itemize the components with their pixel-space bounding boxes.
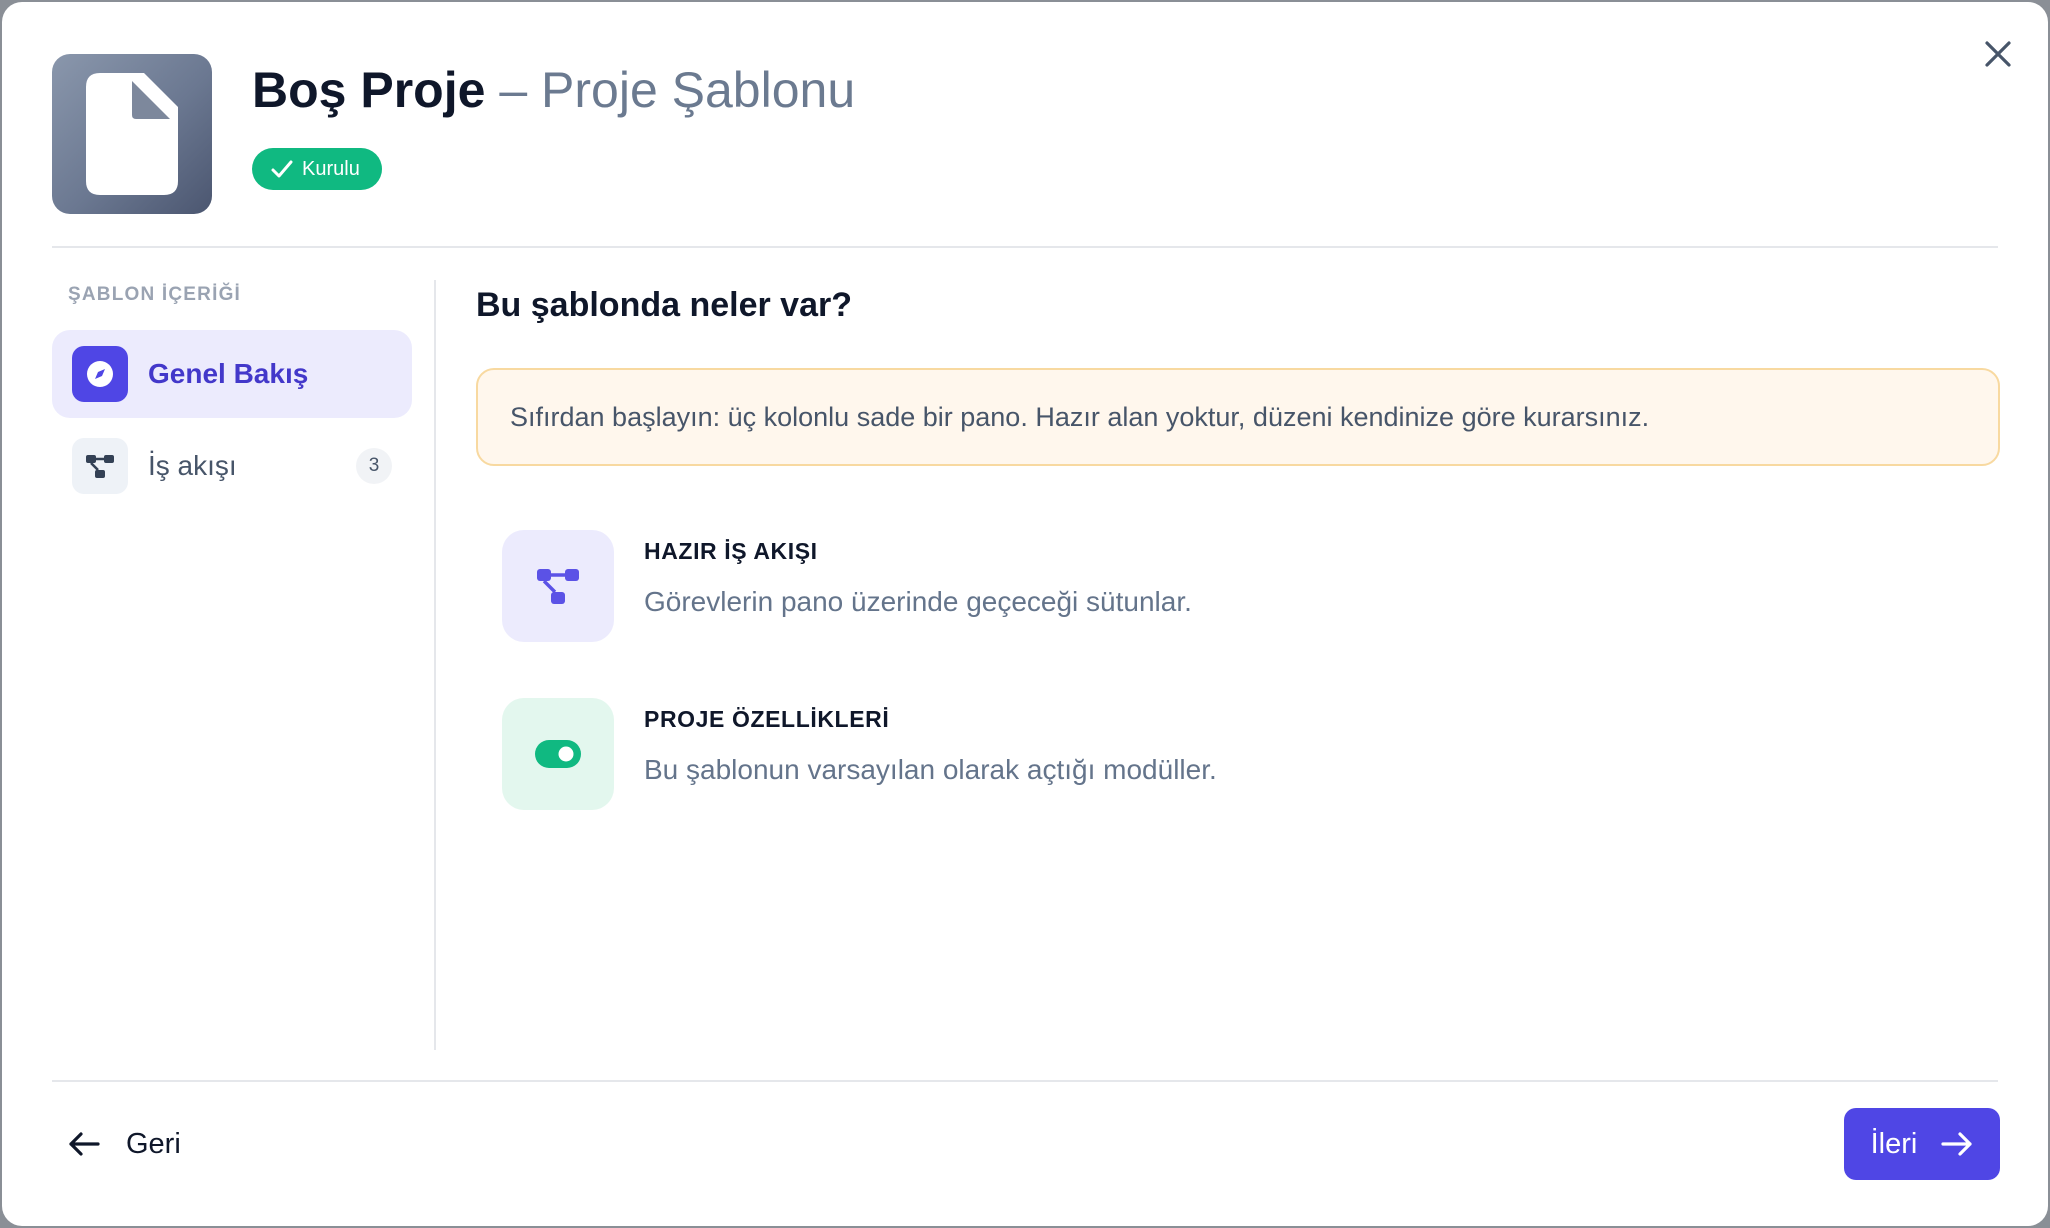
template-dialog: Boş Proje – Proje Şablonu Kurulu ŞABLON … [2, 2, 2048, 1226]
count-badge: 3 [356, 448, 392, 484]
page-title: Boş Proje – Proje Şablonu [252, 58, 855, 122]
feature-workflow: HAZIR İŞ AKIŞI Görevlerin pano üzerinde … [502, 530, 1902, 644]
status-badge-label: Kurulu [302, 157, 360, 180]
back-button[interactable]: Geri [68, 1114, 181, 1174]
title-separator: – [499, 62, 528, 118]
footer-divider [52, 1080, 1998, 1082]
feature-description: Bu şablonun varsayılan olarak açtığı mod… [644, 754, 1217, 785]
next-button-label: İleri [1870, 1127, 1918, 1160]
feature-properties: PROJE ÖZELLİKLERİ Bu şablonun varsayılan… [502, 698, 1902, 812]
next-button[interactable]: İleri [1844, 1108, 2000, 1180]
close-icon [1985, 41, 2011, 67]
sidebar-heading: ŞABLON İÇERİĞİ [68, 284, 242, 305]
file-icon [86, 73, 178, 195]
feature-description: Görevlerin pano üzerinde geçeceği sütunl… [644, 586, 1192, 617]
sidebar-item-label: İş akışı [148, 450, 237, 481]
sidebar-divider [434, 280, 436, 1050]
template-name: Boş Proje [252, 62, 486, 118]
template-type: Proje Şablonu [541, 62, 856, 118]
arrow-right-icon [1941, 1132, 1972, 1156]
compass-icon [87, 361, 113, 387]
status-badge: Kurulu [252, 148, 382, 190]
sidebar-item-label: Genel Bakış [148, 358, 309, 389]
header-divider [52, 246, 1998, 248]
feature-title: PROJE ÖZELLİKLERİ [644, 706, 890, 732]
back-button-label: Geri [126, 1127, 181, 1160]
notice-text: Sıfırdan başlayın: üç kolonlu sade bir p… [510, 401, 1650, 432]
workflow-icon [537, 569, 579, 604]
info-notice: Sıfırdan başlayın: üç kolonlu sade bir p… [476, 368, 2000, 466]
template-icon [52, 54, 212, 214]
section-title: Bu şablonda neler var? [476, 286, 852, 324]
sidebar-item-workflow[interactable]: İş akışı 3 [52, 422, 412, 510]
workflow-icon [86, 455, 114, 478]
feature-title: HAZIR İŞ AKIŞI [644, 538, 818, 564]
arrow-left-icon [69, 1132, 100, 1156]
sidebar-item-overview[interactable]: Genel Bakış [52, 330, 412, 418]
check-icon [271, 160, 293, 178]
toggle-icon [535, 740, 581, 768]
close-button[interactable] [1976, 32, 2020, 76]
